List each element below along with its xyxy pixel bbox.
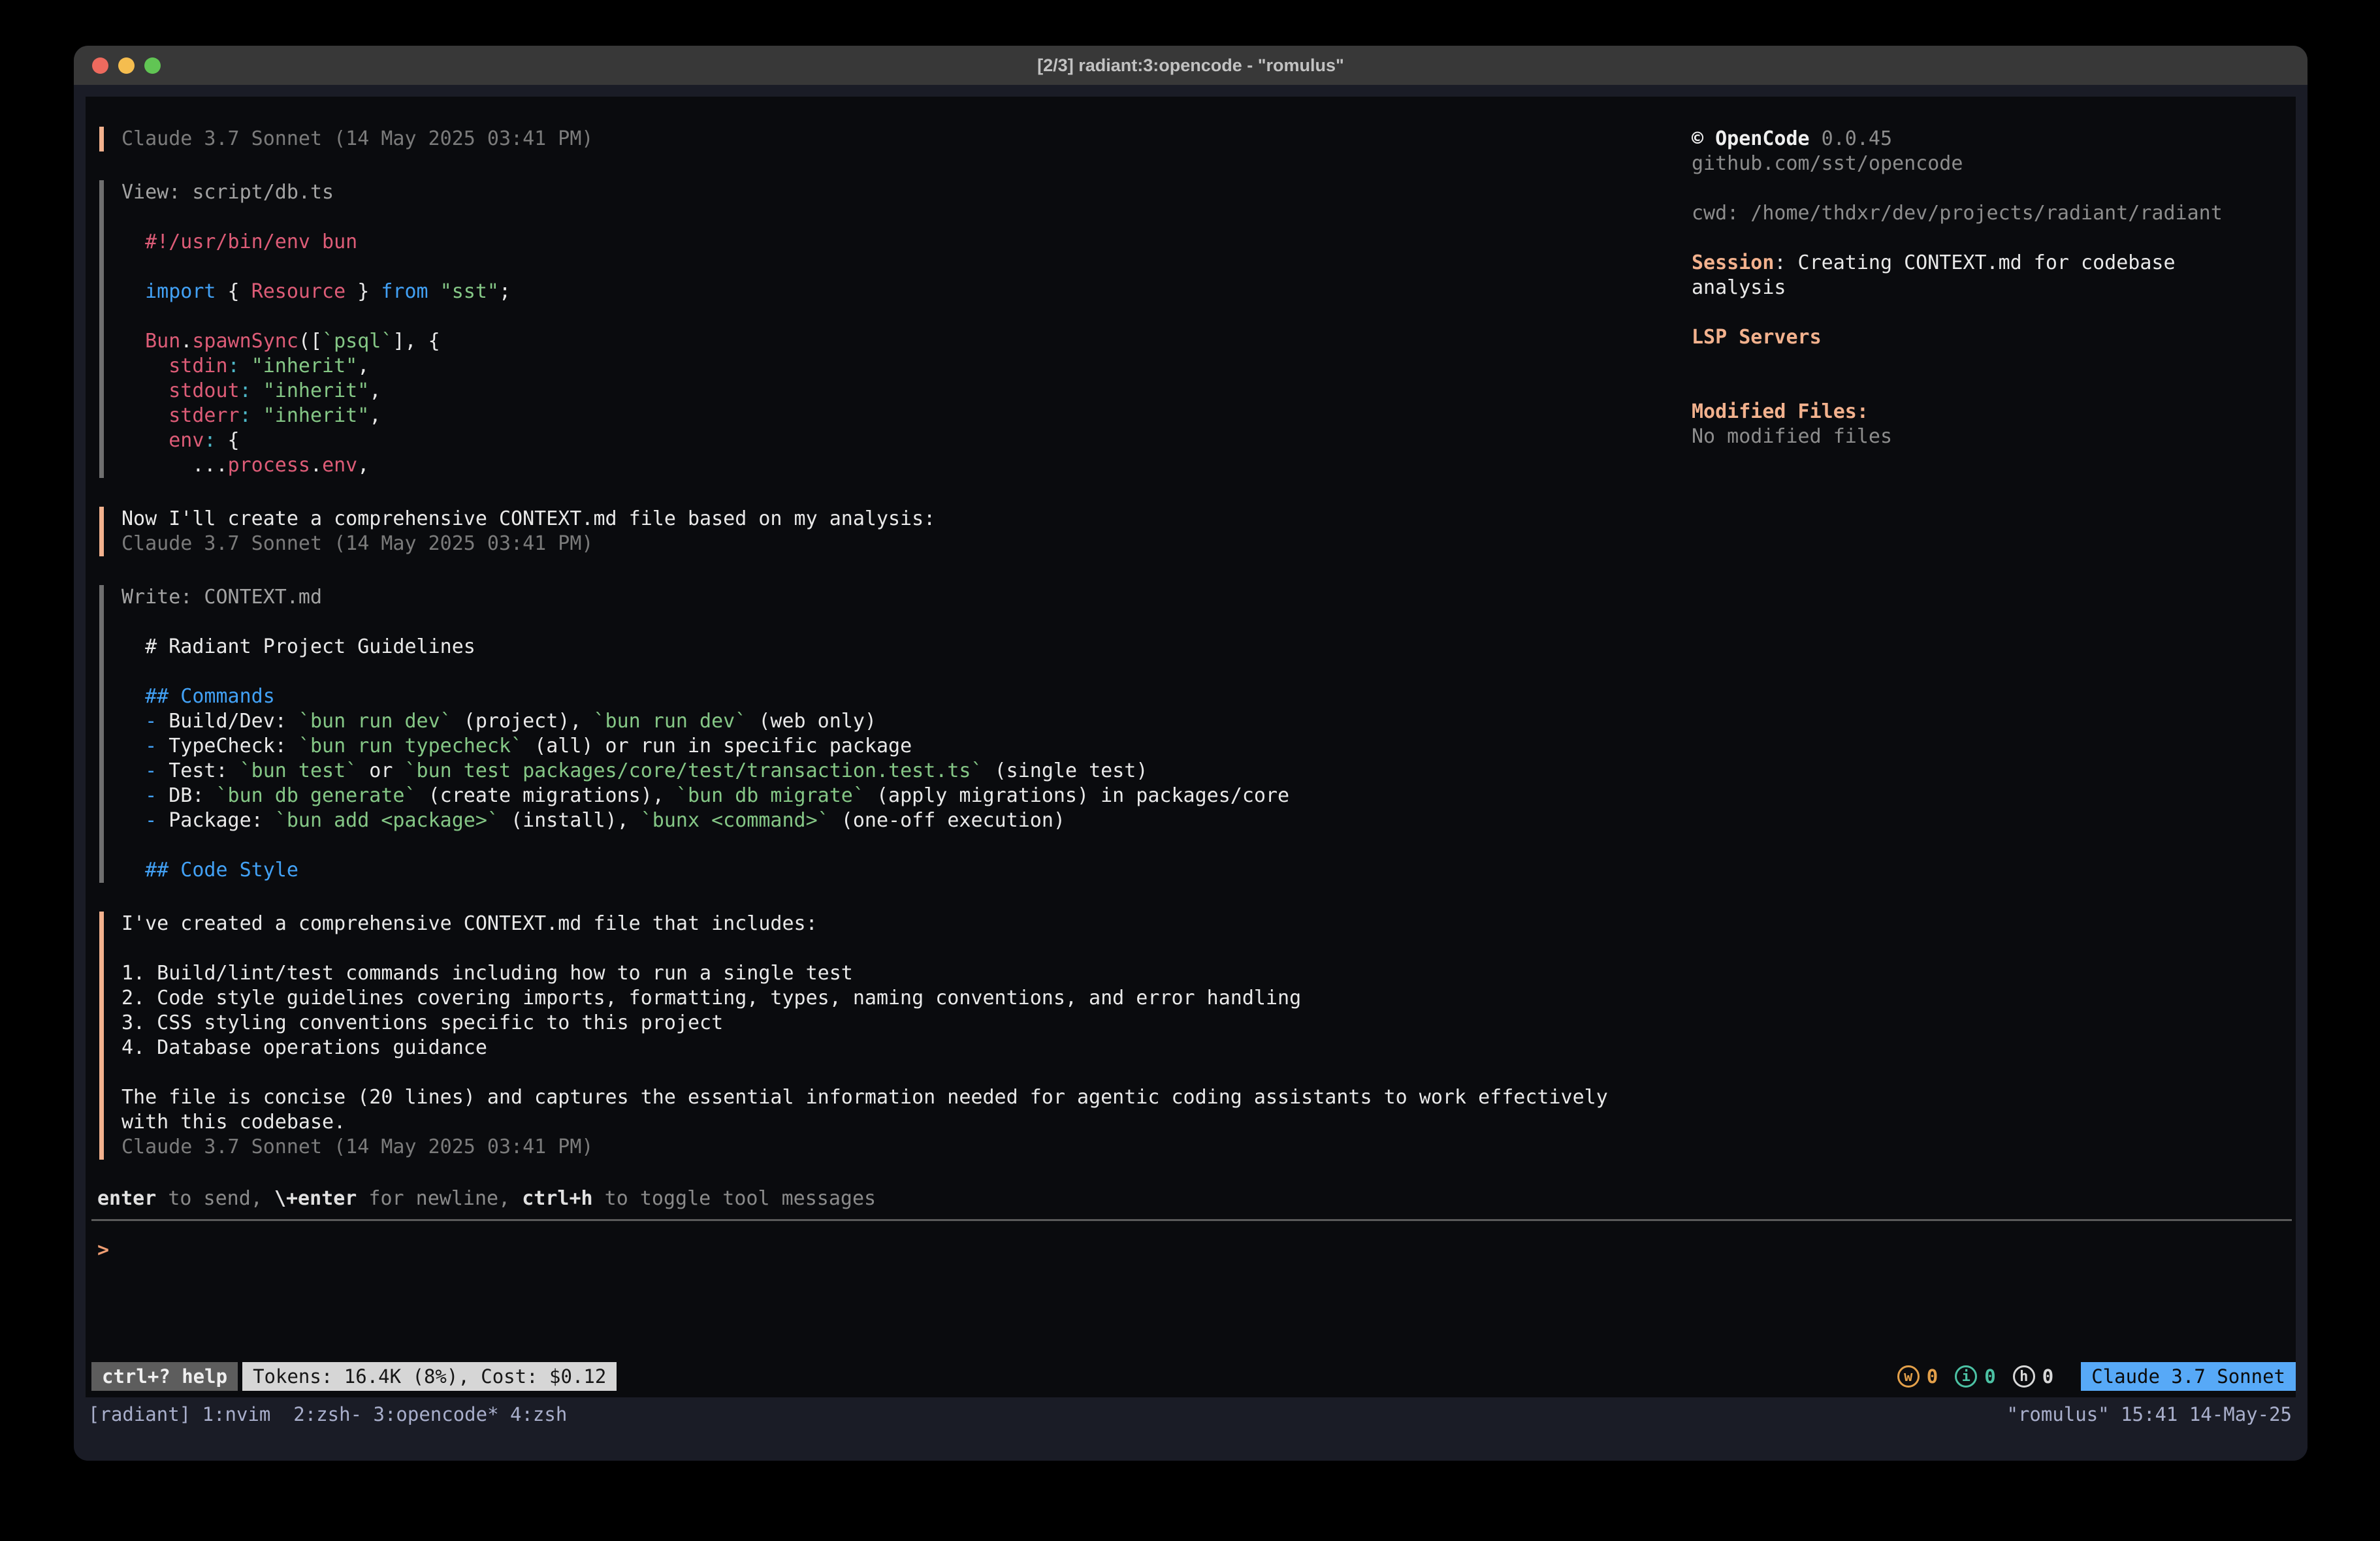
diagnostics: w0i0h0 xyxy=(1897,1365,2053,1388)
text-line: I've created a comprehensive CONTEXT.md … xyxy=(121,912,1628,936)
text-line: github.com/sst/opencode xyxy=(1692,151,2308,176)
text-line: Claude 3.7 Sonnet (14 May 2025 03:41 PM) xyxy=(121,127,1628,151)
tmux-status-bar: [radiant] 1:nvim 2:zsh- 3:opencode* 4:zs… xyxy=(74,1397,2308,1461)
text-line xyxy=(121,255,1628,279)
text-line: Write: CONTEXT.md xyxy=(121,585,1628,610)
text-line: - DB: `bun db generate` (create migratio… xyxy=(121,784,1628,808)
opencode-tui: Claude 3.7 Sonnet (14 May 2025 03:41 PM)… xyxy=(86,97,2296,1397)
status-bar: ctrl+? help Tokens: 16.4K (8%), Cost: $0… xyxy=(86,1362,2296,1391)
help-badge[interactable]: ctrl+? help xyxy=(91,1362,238,1391)
session-sidebar: © OpenCode 0.0.45github.com/sst/opencode… xyxy=(1692,127,2308,449)
hint-diagnostic: h0 xyxy=(2013,1365,2053,1388)
text-line: 2. Code style guidelines covering import… xyxy=(121,986,1628,1011)
text-line xyxy=(121,205,1628,230)
window-titlebar: [2/3] radiant:3:opencode - "romulus" xyxy=(74,46,2308,85)
text-line: Claude 3.7 Sonnet (14 May 2025 03:41 PM) xyxy=(121,1135,1628,1160)
tool-message: Write: CONTEXT.md # Radiant Project Guid… xyxy=(99,585,1628,883)
text-line: The file is concise (20 lines) and captu… xyxy=(121,1085,1628,1110)
text-line xyxy=(1692,176,2308,201)
info-circle-icon: i xyxy=(1955,1365,1977,1388)
text-line: env: { xyxy=(121,428,1628,453)
model-badge[interactable]: Claude 3.7 Sonnet xyxy=(2081,1362,2296,1391)
tmux-host-time: "romulus" 15:41 14-May-25 xyxy=(2007,1401,2292,1428)
text-line xyxy=(1692,350,2308,375)
text-line: stdout: "inherit", xyxy=(121,379,1628,404)
keybind-hint: enter to send, \+enter for newline, ctrl… xyxy=(97,1186,2296,1211)
prompt-input[interactable]: > xyxy=(97,1238,2296,1263)
info-count: 0 xyxy=(1984,1365,1995,1388)
text-line xyxy=(1692,300,2308,325)
tmux-window-list[interactable]: [radiant] 1:nvim 2:zsh- 3:opencode* 4:zs… xyxy=(88,1401,567,1428)
text-line xyxy=(121,659,1628,684)
text-line xyxy=(121,304,1628,329)
text-line: - Test: `bun test` or `bun test packages… xyxy=(121,759,1628,784)
info-diagnostic: i0 xyxy=(1955,1365,1995,1388)
text-line: cwd: /home/thdxr/dev/projects/radiant/ra… xyxy=(1692,201,2308,226)
text-line: ## Code Style xyxy=(121,858,1628,883)
text-line: View: script/db.ts xyxy=(121,180,1628,205)
terminal-content: Claude 3.7 Sonnet (14 May 2025 03:41 PM)… xyxy=(74,85,2308,1461)
zoom-button[interactable] xyxy=(144,57,161,74)
hint-circle-icon: h xyxy=(2013,1365,2035,1388)
prompt-symbol: > xyxy=(97,1239,109,1262)
text-line: # Radiant Project Guidelines xyxy=(121,635,1628,659)
window-title: [2/3] radiant:3:opencode - "romulus" xyxy=(74,46,2308,85)
terminal-window: [2/3] radiant:3:opencode - "romulus" Cla… xyxy=(74,46,2308,1461)
text-line: Now I'll create a comprehensive CONTEXT.… xyxy=(121,507,1628,532)
text-line: Claude 3.7 Sonnet (14 May 2025 03:41 PM) xyxy=(121,532,1628,556)
text-line xyxy=(121,1060,1628,1085)
text-line: with this codebase. xyxy=(121,1110,1628,1135)
text-line: stderr: "inherit", xyxy=(121,404,1628,428)
tokens-cost-badge: Tokens: 16.4K (8%), Cost: $0.12 xyxy=(242,1362,617,1391)
text-line: 3. CSS styling conventions specific to t… xyxy=(121,1011,1628,1036)
input-separator xyxy=(91,1219,2292,1221)
text-line xyxy=(1692,375,2308,400)
text-line: #!/usr/bin/env bun xyxy=(121,230,1628,255)
text-line: © OpenCode 0.0.45 xyxy=(1692,127,2308,151)
chat-area: Claude 3.7 Sonnet (14 May 2025 03:41 PM)… xyxy=(99,127,1628,1186)
hint-count: 0 xyxy=(2042,1365,2053,1388)
text-line: analysis xyxy=(1692,276,2308,300)
text-line: Modified Files: xyxy=(1692,400,2308,424)
text-line: No modified files xyxy=(1692,424,2308,449)
traffic-lights xyxy=(92,46,161,85)
minimize-button[interactable] xyxy=(118,57,135,74)
warning-circle-icon: w xyxy=(1897,1365,1920,1388)
text-line: 1. Build/lint/test commands including ho… xyxy=(121,961,1628,986)
warning-diagnostic: w0 xyxy=(1897,1365,1938,1388)
text-line: import { Resource } from "sst"; xyxy=(121,279,1628,304)
text-line xyxy=(121,936,1628,961)
text-line: - Build/Dev: `bun run dev` (project), `b… xyxy=(121,709,1628,734)
close-button[interactable] xyxy=(92,57,108,74)
assistant-message: I've created a comprehensive CONTEXT.md … xyxy=(99,912,1628,1160)
text-line: Session: Creating CONTEXT.md for codebas… xyxy=(1692,251,2308,276)
assistant-message: Claude 3.7 Sonnet (14 May 2025 03:41 PM) xyxy=(99,127,1628,151)
text-line: stdin: "inherit", xyxy=(121,354,1628,379)
warning-count: 0 xyxy=(1927,1365,1938,1388)
text-line: ...process.env, xyxy=(121,453,1628,478)
text-line xyxy=(121,610,1628,635)
text-line: - TypeCheck: `bun run typecheck` (all) o… xyxy=(121,734,1628,759)
text-line: 4. Database operations guidance xyxy=(121,1036,1628,1060)
text-line: Bun.spawnSync([`psql`], { xyxy=(121,329,1628,354)
text-line: ## Commands xyxy=(121,684,1628,709)
text-line xyxy=(121,833,1628,858)
text-line xyxy=(1692,226,2308,251)
tool-message: View: script/db.ts #!/usr/bin/env bun im… xyxy=(99,180,1628,478)
text-line: LSP Servers xyxy=(1692,325,2308,350)
text-line: - Package: `bun add <package>` (install)… xyxy=(121,808,1628,833)
assistant-message: Now I'll create a comprehensive CONTEXT.… xyxy=(99,507,1628,556)
